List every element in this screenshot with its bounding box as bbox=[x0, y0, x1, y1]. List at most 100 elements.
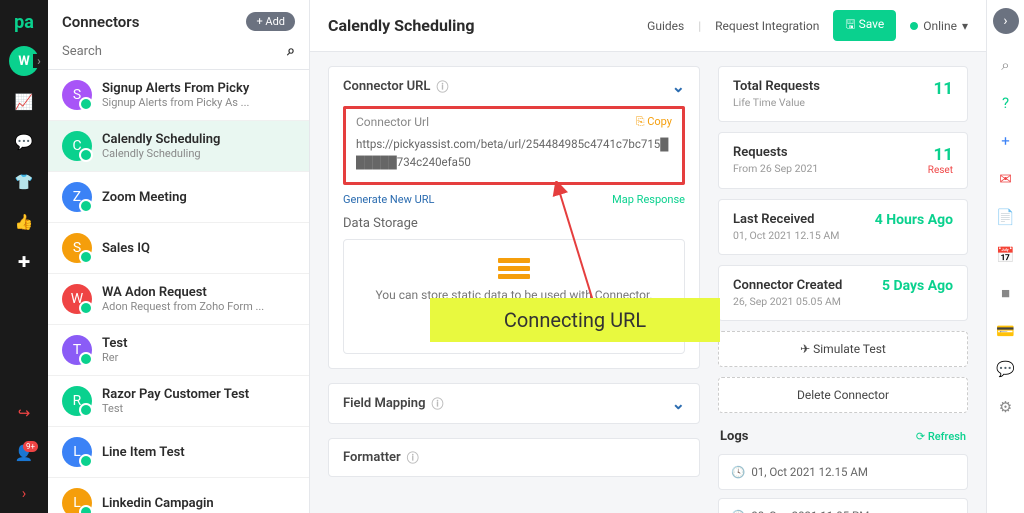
chat-icon[interactable]: 💬 bbox=[0, 122, 48, 162]
data-storage-title: Data Storage bbox=[343, 216, 685, 231]
delete-connector-button[interactable]: Delete Connector bbox=[718, 377, 968, 413]
connector-title: Zoom Meeting bbox=[102, 190, 187, 205]
search-icon[interactable]: ⌕ bbox=[287, 43, 295, 59]
map-response-link[interactable]: Map Response bbox=[612, 193, 685, 206]
request-integration-link[interactable]: Request Integration bbox=[715, 19, 819, 33]
connector-title: Linkedin Campagin bbox=[102, 496, 214, 511]
url-box-label: Connector Url bbox=[356, 115, 429, 129]
search-rail-icon[interactable]: ⌕ bbox=[987, 48, 1024, 82]
connector-avatar: T bbox=[62, 335, 92, 365]
connector-avatar: S bbox=[62, 80, 92, 110]
log-item[interactable]: 🕓30, Sep 2021 11.05 PM bbox=[718, 498, 968, 513]
comment-icon[interactable]: 💬 bbox=[987, 352, 1024, 386]
stat-last-received: Last Received01, Oct 2021 12.15 AM 4 Hou… bbox=[718, 199, 968, 255]
page-title: Calendly Scheduling bbox=[328, 16, 647, 35]
calendar-icon[interactable]: 📅 bbox=[987, 238, 1024, 272]
connector-title: WA Adon Request bbox=[102, 285, 264, 300]
connector-item[interactable]: C Calendly Scheduling Calendly Schedulin… bbox=[48, 121, 309, 172]
thumb-icon[interactable]: 👍 bbox=[0, 202, 48, 242]
connector-item[interactable]: L Line Item Test bbox=[48, 427, 309, 478]
connector-title: Razor Pay Customer Test bbox=[102, 387, 249, 402]
info-icon: ⓘ bbox=[431, 395, 443, 412]
clock-icon: 🕓 bbox=[731, 509, 745, 513]
settings-icon[interactable]: ⚙ bbox=[987, 390, 1024, 424]
mail-icon[interactable]: ✉ bbox=[987, 162, 1024, 196]
notification-icon[interactable]: 👤9+ bbox=[0, 433, 48, 473]
nav-right: › ⌕ ? + ✉ 📄 📅 ■ 💳 💬 ⚙ bbox=[986, 0, 1024, 513]
card-icon[interactable]: 💳 bbox=[987, 314, 1024, 348]
analytics-icon[interactable]: 📈 bbox=[0, 82, 48, 122]
topbar: Calendly Scheduling Guides | Request Int… bbox=[310, 0, 986, 52]
connectors-sidebar: Connectors + Add ⌕ S Signup Alerts From … bbox=[48, 0, 310, 513]
app-logo: pa bbox=[10, 8, 38, 36]
search-bar: ⌕ bbox=[48, 37, 309, 70]
generate-url-link[interactable]: Generate New URL bbox=[343, 193, 434, 206]
connector-title: Signup Alerts From Picky bbox=[102, 81, 249, 96]
refresh-logs-button[interactable]: ⟳ Refresh bbox=[916, 430, 966, 443]
workspace-badge[interactable]: W bbox=[9, 46, 39, 76]
connector-item[interactable]: T Test Rer bbox=[48, 325, 309, 376]
connector-avatar: L bbox=[62, 488, 92, 513]
connector-url-box: Connector Url ⎘ Copy https://pickyassist… bbox=[343, 106, 685, 185]
save-button[interactable]: 🖫 Save bbox=[833, 10, 896, 41]
connector-url-value: https://pickyassist.com/beta/url/2544849… bbox=[356, 135, 672, 172]
connector-avatar: Z bbox=[62, 182, 92, 212]
stat-total-requests: Total RequestsLife Time Value 11 bbox=[718, 66, 968, 122]
connector-subtitle: Rer bbox=[102, 351, 127, 364]
info-icon: ⓘ bbox=[407, 449, 419, 466]
connector-title: Sales IQ bbox=[102, 241, 150, 256]
file-icon[interactable]: 📄 bbox=[987, 200, 1024, 234]
data-storage-desc: You can store static data to be used wit… bbox=[358, 288, 670, 302]
connector-avatar: S bbox=[62, 233, 92, 263]
plus-icon[interactable]: + bbox=[987, 124, 1024, 158]
connector-item[interactable]: Z Zoom Meeting bbox=[48, 172, 309, 223]
connector-avatar: C bbox=[62, 131, 92, 161]
formatter-head[interactable]: Formatterⓘ bbox=[329, 439, 699, 476]
connector-subtitle: Test bbox=[102, 402, 249, 415]
collapse-button[interactable]: › bbox=[993, 8, 1019, 34]
reset-link[interactable]: Reset bbox=[928, 165, 953, 176]
log-item[interactable]: 🕓01, Oct 2021 12.15 AM bbox=[718, 454, 968, 490]
clock-icon: 🕓 bbox=[731, 465, 745, 479]
guides-link[interactable]: Guides bbox=[647, 19, 684, 33]
logout-icon[interactable]: ↪ bbox=[0, 393, 48, 433]
connector-subtitle: Calendly Scheduling bbox=[102, 147, 220, 160]
connector-item[interactable]: R Razor Pay Customer Test Test bbox=[48, 376, 309, 427]
main-area: Calendly Scheduling Guides | Request Int… bbox=[310, 0, 986, 513]
connector-avatar: R bbox=[62, 386, 92, 416]
simulate-test-button[interactable]: ✈ Simulate Test bbox=[718, 331, 968, 367]
copy-url-button[interactable]: ⎘ Copy bbox=[636, 115, 672, 129]
add-nav-icon[interactable]: ✚ bbox=[0, 242, 48, 282]
video-icon[interactable]: ■ bbox=[987, 276, 1024, 310]
chevron-down-icon: ⌄ bbox=[672, 77, 685, 96]
connector-title: Calendly Scheduling bbox=[102, 132, 220, 147]
connector-subtitle: Adon Request from Zoho Form ... bbox=[102, 300, 264, 313]
search-input[interactable] bbox=[62, 44, 287, 59]
field-mapping-head[interactable]: Field Mappingⓘ ⌄ bbox=[329, 384, 699, 423]
info-icon: ⓘ bbox=[436, 78, 448, 95]
chevron-down-icon: ⌄ bbox=[672, 394, 685, 413]
manage-data-button[interactable]: Manage Data bbox=[469, 312, 558, 335]
data-storage-box: You can store static data to be used wit… bbox=[343, 239, 685, 354]
stat-requests: RequestsFrom 26 Sep 2021 11Reset bbox=[718, 132, 968, 189]
connector-title: Test bbox=[102, 336, 127, 351]
connector-title: Line Item Test bbox=[102, 445, 185, 460]
add-connector-button[interactable]: + Add bbox=[246, 12, 295, 31]
expand-icon[interactable]: › bbox=[0, 473, 48, 513]
database-icon bbox=[498, 258, 530, 280]
nav-left: pa W 📈 💬 👕 👍 ✚ ↪ 👤9+ › bbox=[0, 0, 48, 513]
formatter-panel: Formatterⓘ bbox=[328, 438, 700, 477]
field-mapping-panel: Field Mappingⓘ ⌄ bbox=[328, 383, 700, 424]
sidebar-title: Connectors bbox=[62, 13, 139, 31]
connector-item[interactable]: S Sales IQ bbox=[48, 223, 309, 274]
connector-item[interactable]: W WA Adon Request Adon Request from Zoho… bbox=[48, 274, 309, 325]
help-icon[interactable]: ? bbox=[987, 86, 1024, 120]
connector-item[interactable]: S Signup Alerts From Picky Signup Alerts… bbox=[48, 70, 309, 121]
connector-subtitle: Signup Alerts from Picky As ... bbox=[102, 96, 249, 109]
connector-url-panel-head[interactable]: Connector URLⓘ ⌄ bbox=[329, 67, 699, 106]
connector-url-panel: Connector URLⓘ ⌄ Connector Url ⎘ Copy ht… bbox=[328, 66, 700, 369]
connector-item[interactable]: L Linkedin Campagin bbox=[48, 478, 309, 513]
shirt-icon[interactable]: 👕 bbox=[0, 162, 48, 202]
status-indicator[interactable]: Online ▾ bbox=[910, 19, 968, 33]
connector-avatar: L bbox=[62, 437, 92, 467]
